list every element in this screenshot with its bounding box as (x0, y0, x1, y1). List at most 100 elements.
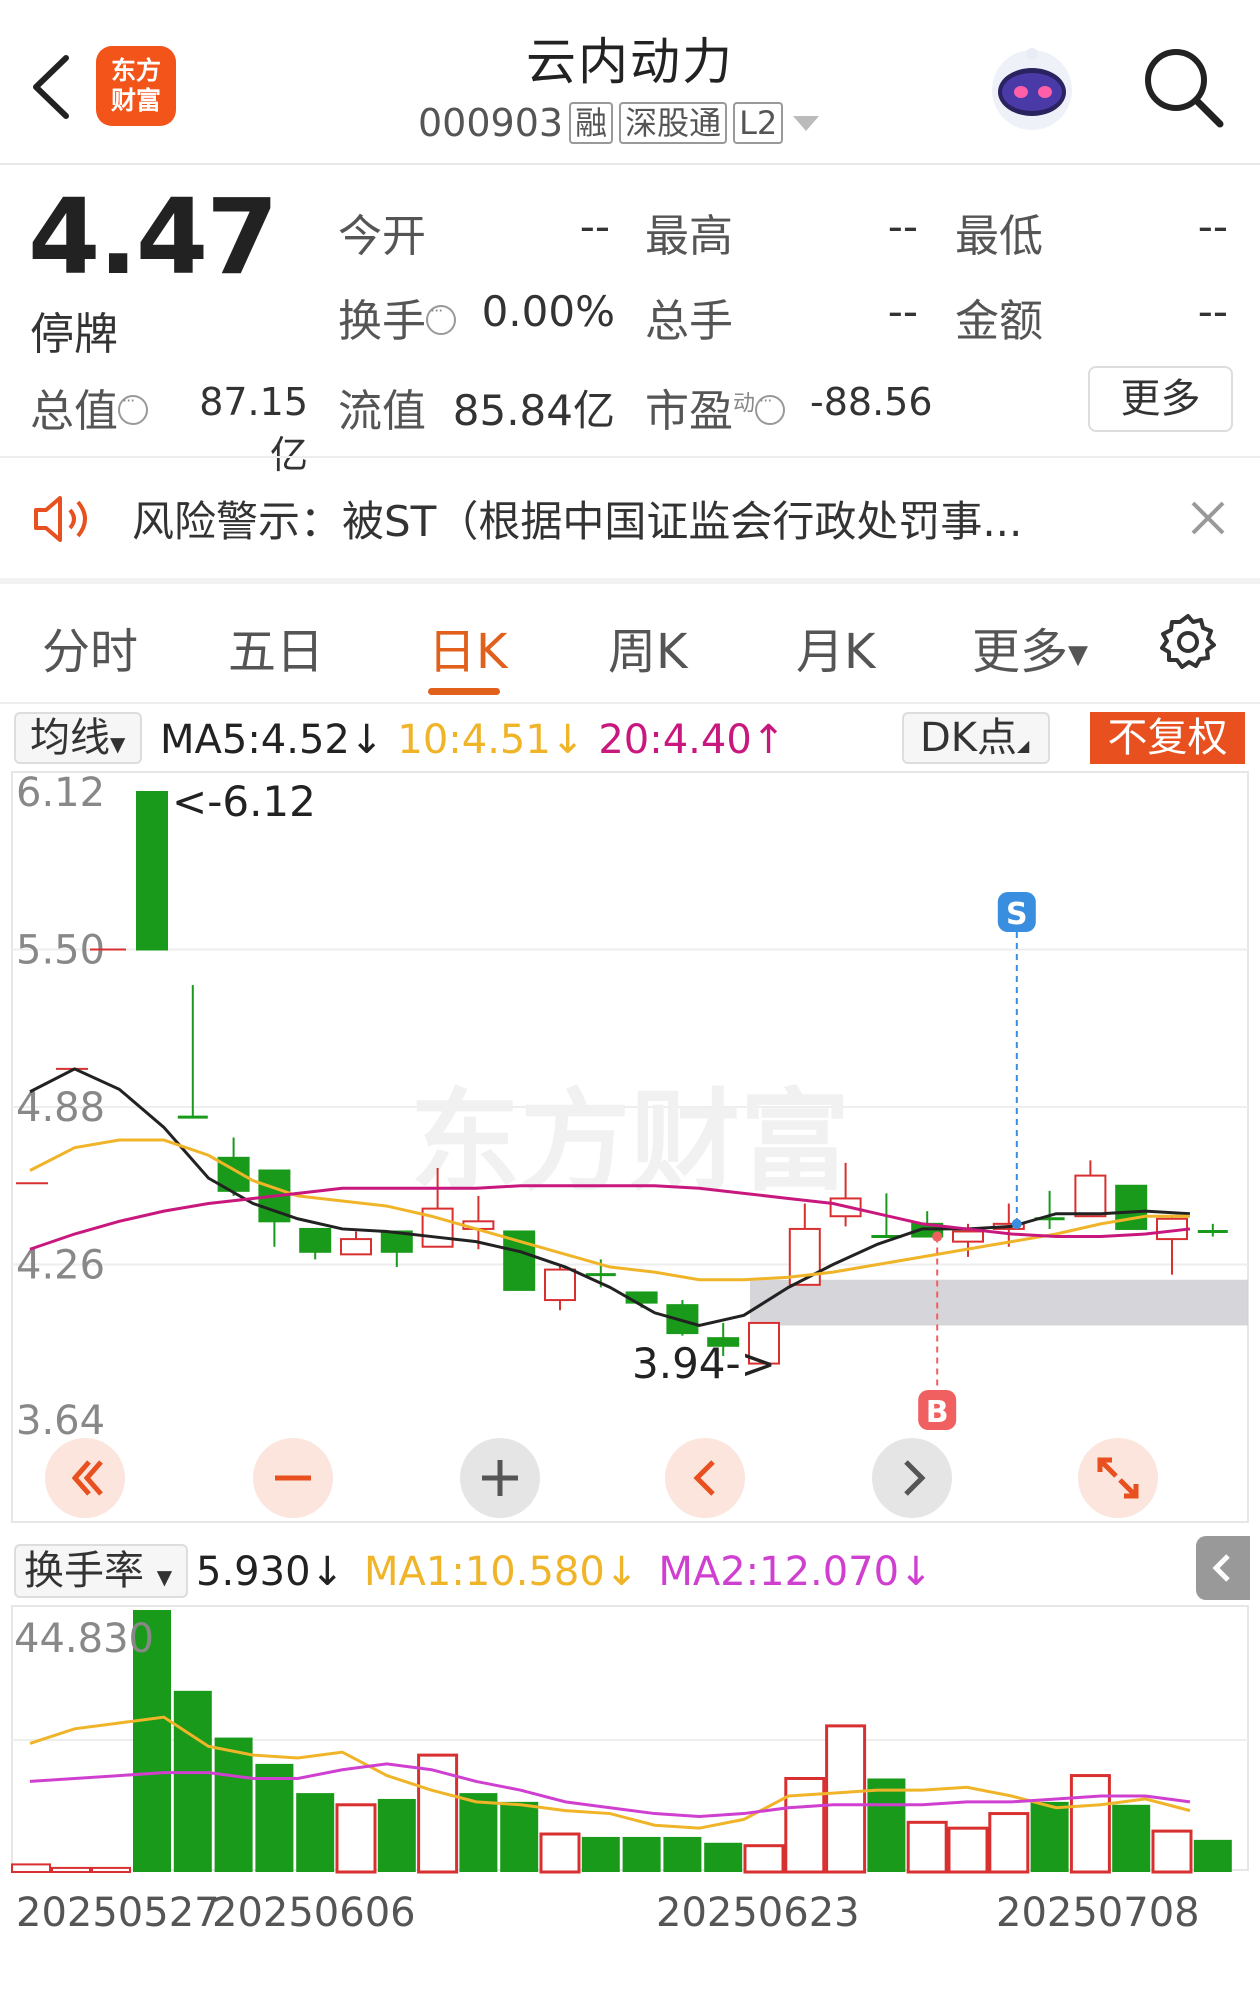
search-icon[interactable] (1138, 42, 1228, 132)
close-icon[interactable] (1190, 500, 1226, 536)
tab-more[interactable]: 更多▼ (972, 612, 1088, 682)
turnover-bar (581, 1836, 620, 1872)
turnover-bar (539, 1832, 581, 1874)
dk-point-button[interactable]: DK点◢ (902, 712, 1050, 764)
candle-body (1074, 1174, 1107, 1218)
y-axis-labels: 44.830 (14, 1616, 154, 1662)
ma-legend: MA5:4.52 ↓ 10:4.51 ↓ 20:4.40 ↑ (160, 710, 785, 770)
gap-band-rect (750, 1279, 1248, 1326)
amount-value: -- (1197, 287, 1228, 336)
float-cap-value: 85.84亿 (452, 386, 615, 435)
tab-weekly-k[interactable]: 周K (608, 612, 687, 682)
tag-level2: L2 (733, 102, 784, 144)
candle (1115, 1184, 1148, 1230)
high-value: -- (887, 202, 918, 251)
chevron-left-icon (1212, 1554, 1230, 1582)
y-tick-label: 4.26 (16, 1243, 105, 1289)
x-axis-label: 20250606 (212, 1890, 416, 1936)
sub-indicator-select[interactable]: 换手率 ▼ (14, 1544, 188, 1598)
candlestick-chart[interactable]: 东方财富 6.125.504.884.263.64 <-6.123.94->SB (0, 770, 1260, 1530)
market-cap-label[interactable]: 总值 (30, 375, 148, 439)
divider (0, 578, 1260, 584)
down-arrow-icon: ↓ (349, 717, 384, 763)
turnover-bar (1151, 1829, 1193, 1874)
open-label: 今开 (338, 211, 426, 262)
info-icon[interactable] (426, 301, 456, 335)
speaker-icon (34, 496, 87, 542)
turnover-ma2: MA2:12.070 (658, 1549, 900, 1595)
double-chevron-left-icon (71, 1460, 103, 1496)
chevron-right-icon (904, 1460, 926, 1496)
turnover-bar (377, 1798, 416, 1872)
chevron-down-icon: ▼ (110, 732, 126, 756)
low-label: 最低 (955, 211, 1043, 262)
zoom-in-button[interactable] (460, 1438, 540, 1518)
high-annotation: <-6.12 (172, 777, 316, 826)
candle-body (1115, 1184, 1148, 1230)
chevron-down-icon: ▼ (156, 1565, 173, 1589)
stock-code-row[interactable]: 000903 融 深股通 L2 (418, 100, 820, 146)
info-icon[interactable] (118, 391, 148, 425)
turnover-bar (255, 1763, 294, 1872)
float-cap-label: 流值 (338, 386, 426, 437)
tab-monthly-k[interactable]: 月K (796, 612, 875, 682)
x-axis-label: 20250623 (656, 1890, 860, 1936)
turnover-bar (743, 1844, 785, 1874)
turnover-bar (500, 1801, 539, 1872)
tag-connect: 深股通 (619, 102, 728, 144)
top-bar: 东方 财富 云内动力 000903 融 深股通 L2 (0, 0, 1260, 165)
candle-body (340, 1238, 372, 1256)
pe-label[interactable]: 市盈动 (645, 375, 786, 439)
scroll-left-button[interactable] (665, 1438, 745, 1518)
gap-band (750, 1279, 1248, 1326)
assistant-robot-icon[interactable] (985, 40, 1080, 135)
zoom-out-button[interactable] (253, 1438, 333, 1518)
risk-warning-text[interactable]: 风险警示：被ST（根据中国证监会行政处罚事... (132, 488, 1092, 549)
down-arrow-icon: ↓ (550, 717, 585, 763)
turnover-bar (704, 1842, 743, 1872)
sell-marker-dot (1011, 1218, 1022, 1229)
gear-icon[interactable] (1158, 612, 1218, 672)
turnover-current: 5.930 (196, 1549, 311, 1595)
low-value: -- (1197, 202, 1228, 251)
turnover-bar (11, 1863, 51, 1873)
amount-label: 金额 (955, 296, 1043, 347)
scroll-right-button[interactable] (872, 1438, 952, 1518)
tag-margin: 融 (569, 102, 614, 144)
tab-five-day[interactable]: 五日 (228, 612, 324, 682)
more-quote-button[interactable]: 更多 (1088, 366, 1233, 432)
chevron-down-icon: ▼ (1068, 640, 1089, 670)
down-arrow-icon: ↓ (604, 1549, 639, 1595)
pe-value: -88.56 (810, 380, 933, 424)
turnover-bar (663, 1836, 702, 1872)
turnover-bar (906, 1820, 948, 1874)
plus-icon (482, 1460, 518, 1496)
turnover-bar (622, 1836, 661, 1872)
turnover-bar (947, 1826, 989, 1874)
tab-intraday[interactable]: 分时 (42, 612, 138, 682)
chevron-left-icon (693, 1460, 715, 1496)
y-tick-label: 44.830 (14, 1616, 154, 1662)
indicator-select[interactable]: 均线▼ (14, 712, 142, 764)
turnover-bar (784, 1776, 826, 1874)
x-axis-label: 20250708 (996, 1890, 1200, 1936)
info-icon[interactable] (755, 391, 786, 425)
trading-status: 停牌 (30, 309, 118, 360)
scroll-left-fast-button[interactable] (45, 1438, 125, 1518)
open-value: -- (579, 202, 610, 251)
candle-body (136, 791, 168, 951)
turnover-bar (335, 1803, 377, 1874)
fullscreen-button[interactable] (1078, 1438, 1158, 1518)
candle-body (299, 1227, 332, 1253)
turnover-bar (988, 1812, 1030, 1874)
candle (136, 791, 168, 951)
adjust-button[interactable]: 不复权 (1090, 712, 1245, 764)
turnover-chart[interactable]: 44.830 (0, 1604, 1260, 1874)
tab-daily-k[interactable]: 日K (428, 612, 507, 682)
volume-value: -- (887, 287, 918, 336)
down-arrow-icon: ↓ (899, 1549, 933, 1595)
collapse-panel-button[interactable] (1196, 1536, 1250, 1600)
y-tick-label: 4.88 (16, 1085, 105, 1131)
corner-icon: ◢ (1017, 736, 1030, 755)
turnover-label[interactable]: 换手 (338, 285, 456, 349)
